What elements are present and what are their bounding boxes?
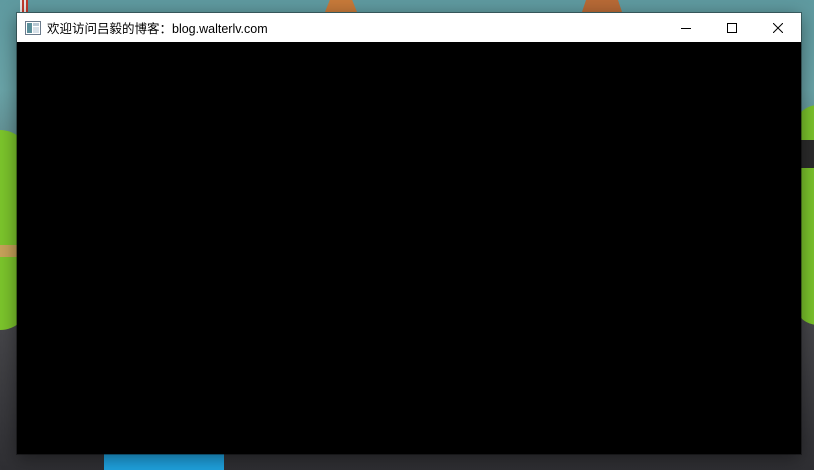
wallpaper-decoration — [582, 0, 622, 12]
minimize-button[interactable] — [663, 13, 709, 42]
window-client-area[interactable] — [17, 42, 801, 454]
maximize-button[interactable] — [709, 13, 755, 42]
app-window[interactable]: 欢迎访问吕毅的博客：blog.walterlv.com — [17, 13, 801, 454]
wallpaper-decoration — [325, 0, 357, 12]
title-bar[interactable]: 欢迎访问吕毅的博客：blog.walterlv.com — [17, 13, 801, 42]
minimize-icon — [681, 27, 691, 29]
wallpaper-decoration — [20, 0, 28, 12]
window-title: 欢迎访问吕毅的博客：blog.walterlv.com — [47, 22, 268, 36]
close-icon — [773, 22, 783, 33]
close-button[interactable] — [755, 13, 801, 42]
window-app-icon[interactable] — [25, 20, 41, 36]
maximize-icon — [727, 22, 737, 33]
wallpaper-decoration — [104, 454, 224, 470]
